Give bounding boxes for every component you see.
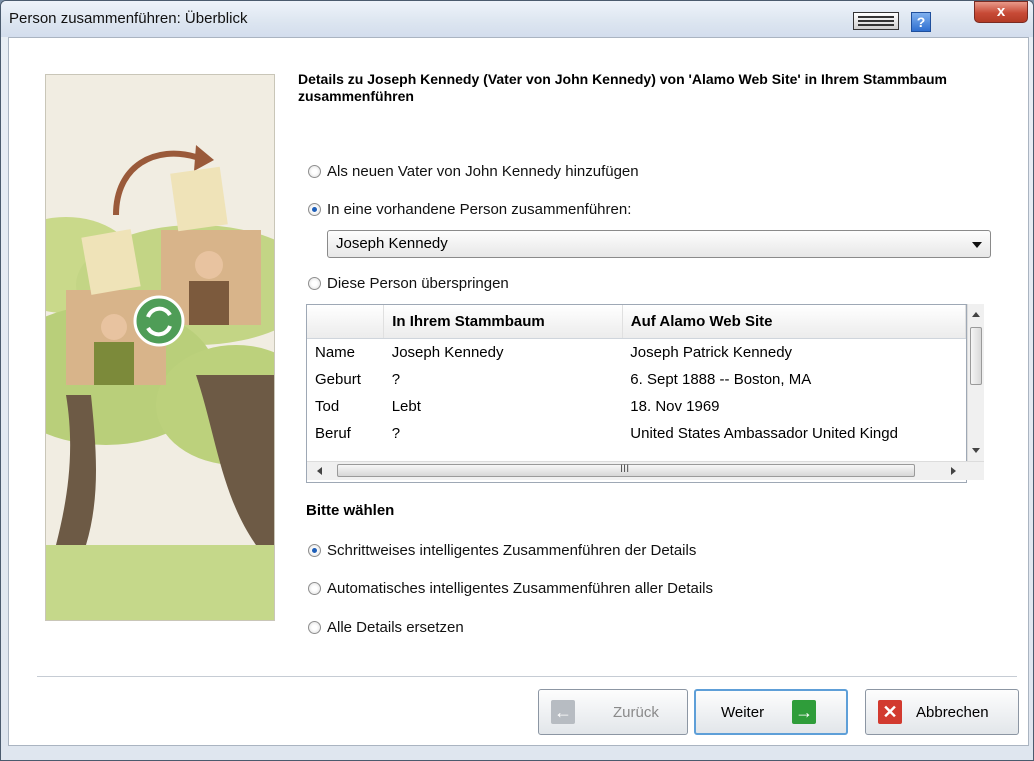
table-cell: United States Ambassador United Kingd — [630, 425, 898, 442]
keyboard-icon[interactable] — [853, 12, 899, 30]
footer-divider — [37, 676, 1017, 677]
window-title: Person zusammenführen: Überblick — [9, 10, 248, 27]
table-row[interactable]: Geburt ? 6. Sept 1888 -- Boston, MA — [307, 366, 966, 393]
table-vertical-scrollbar[interactable] — [967, 304, 984, 461]
dialog-window: Person zusammenführen: Überblick ? x Det… — [0, 0, 1034, 761]
option-skip-label: Diese Person überspringen — [327, 275, 509, 292]
person-select[interactable]: Joseph Kennedy — [327, 230, 991, 258]
table-cell: Joseph Patrick Kennedy — [630, 344, 793, 361]
option-stepwise[interactable]: Schrittweises intelligentes Zusammenführ… — [308, 542, 696, 559]
table-cell: Tod — [315, 398, 340, 415]
table-cell: Lebt — [391, 398, 421, 415]
option-add-new[interactable]: Als neuen Vater von John Kennedy hinzufü… — [308, 163, 639, 180]
compare-table[interactable]: In Ihrem Stammbaum Auf Alamo Web Site Na… — [306, 304, 967, 483]
table-cell: 6. Sept 1888 -- Boston, MA — [630, 371, 812, 388]
back-button-label: Zurück — [613, 703, 659, 721]
option-skip[interactable]: Diese Person überspringen — [308, 275, 509, 292]
column-header[interactable]: Auf Alamo Web Site — [622, 305, 966, 339]
back-button[interactable]: ← Zurück — [538, 689, 688, 735]
radio-stepwise[interactable] — [308, 544, 321, 557]
merge-illustration — [45, 74, 275, 621]
option-merge-existing[interactable]: In eine vorhandene Person zusammenführen… — [308, 201, 631, 218]
column-header[interactable]: In Ihrem Stammbaum — [383, 305, 623, 339]
option-add-new-label: Als neuen Vater von John Kennedy hinzufü… — [327, 163, 639, 180]
option-automatic[interactable]: Automatisches intelligentes Zusammenführ… — [308, 580, 713, 597]
table-cell: ? — [391, 371, 401, 388]
arrow-right-icon: → — [792, 700, 817, 724]
next-button[interactable]: Weiter → — [694, 689, 848, 735]
scroll-right-icon[interactable] — [951, 467, 956, 475]
close-button[interactable]: x — [974, 1, 1028, 23]
table-cell: Beruf — [315, 425, 351, 442]
next-button-label: Weiter — [721, 703, 765, 721]
column-header[interactable] — [307, 305, 385, 339]
option-stepwise-label: Schrittweises intelligentes Zusammenführ… — [327, 542, 697, 559]
option-automatic-label: Automatisches intelligentes Zusammenführ… — [327, 580, 714, 597]
radio-automatic[interactable] — [308, 582, 321, 595]
scroll-down-icon[interactable] — [972, 448, 980, 453]
table-cell: Geburt — [315, 371, 361, 388]
merge-method-title: Bitte wählen — [306, 502, 395, 519]
table-row[interactable]: Name Joseph Kennedy Joseph Patrick Kenne… — [307, 339, 966, 367]
person-select-value: Joseph Kennedy — [336, 235, 448, 252]
option-replace-all-label: Alle Details ersetzen — [327, 619, 464, 636]
title-bar[interactable]: Person zusammenführen: Überblick ? x — [1, 1, 1033, 37]
scroll-left-icon[interactable] — [317, 467, 322, 475]
merge-heading: Details zu Joseph Kennedy (Vater von Joh… — [298, 71, 947, 104]
scroll-grip: III — [620, 463, 630, 475]
table-cell: 18. Nov 1969 — [630, 398, 720, 415]
radio-replace-all[interactable] — [308, 621, 321, 634]
table-cell: Joseph Kennedy — [391, 344, 504, 361]
chevron-down-icon[interactable] — [972, 242, 982, 248]
cancel-button[interactable]: ✕ Abbrechen — [865, 689, 1019, 735]
radio-skip[interactable] — [308, 277, 321, 290]
horizontal-scroll-thumb[interactable]: III — [337, 463, 915, 477]
option-replace-all[interactable]: Alle Details ersetzen — [308, 619, 464, 636]
close-icon: ✕ — [878, 700, 902, 724]
arrow-left-icon: ← — [551, 700, 575, 724]
vertical-scroll-thumb[interactable] — [970, 327, 982, 385]
table-row[interactable]: Tod Lebt 18. Nov 1969 — [307, 393, 966, 420]
help-button[interactable]: ? — [911, 12, 931, 32]
radio-merge-existing[interactable] — [308, 203, 321, 216]
table-cell: Name — [315, 344, 356, 361]
merge-illustration-graphic — [46, 75, 274, 620]
table-horizontal-scrollbar[interactable]: III — [307, 461, 984, 480]
table-header-row: In Ihrem Stammbaum Auf Alamo Web Site — [307, 305, 966, 339]
option-merge-existing-label: In eine vorhandene Person zusammenführen… — [327, 201, 632, 218]
scroll-up-icon[interactable] — [972, 312, 980, 317]
table-row[interactable]: Beruf ? United States Ambassador United … — [307, 420, 966, 447]
cancel-button-label: Abbrechen — [916, 703, 989, 721]
radio-add-new[interactable] — [308, 165, 321, 178]
table-cell: ? — [391, 425, 401, 442]
